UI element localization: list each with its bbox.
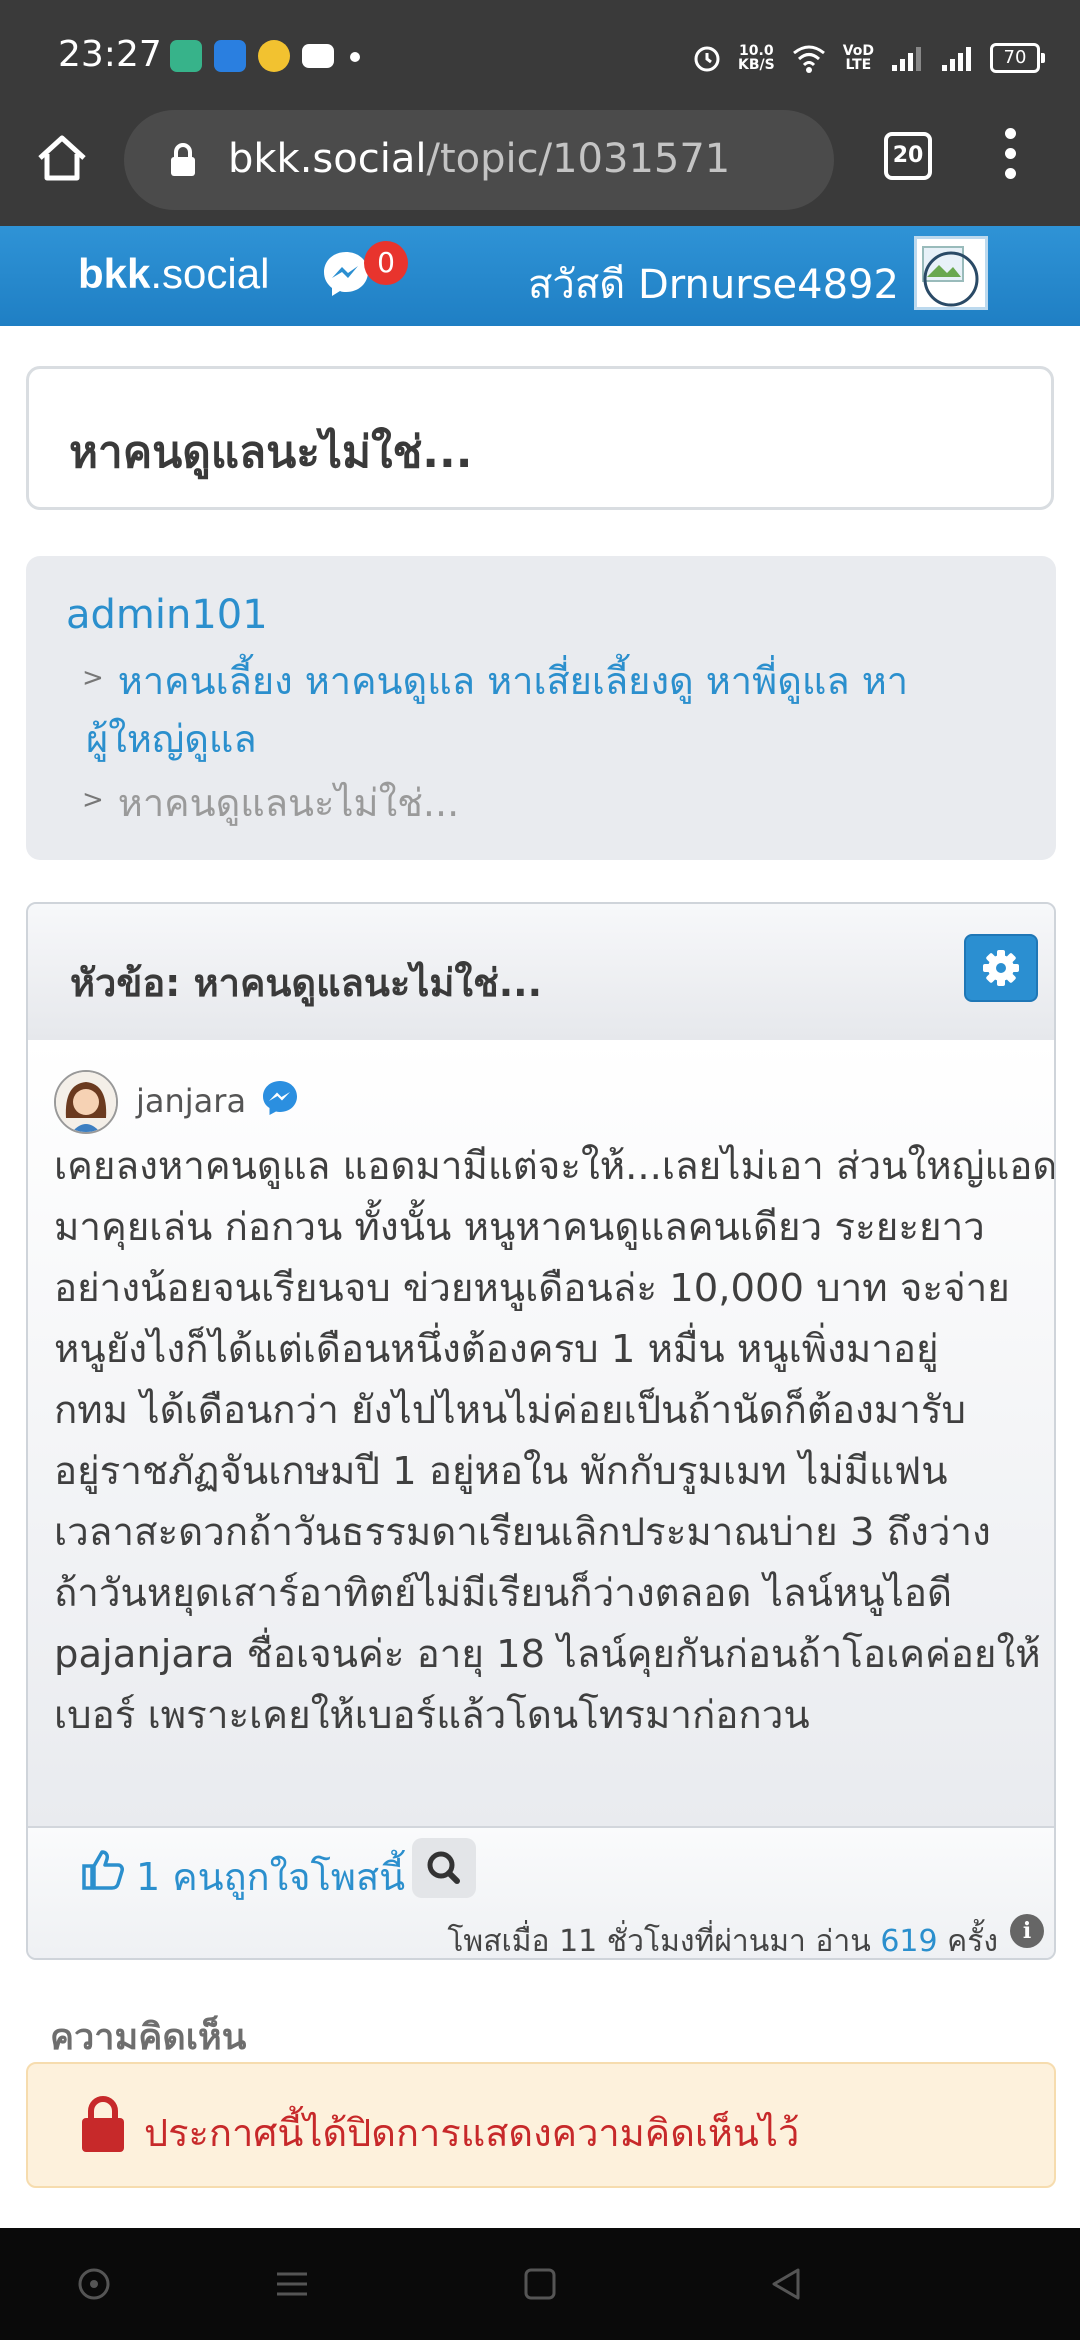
author-avatar[interactable] [54,1070,118,1134]
system-navigation-bar [0,2228,1080,2340]
post-heading: หัวข้อ: หาคนดูแลนะไม่ใช่... [70,961,543,1005]
app-notification-icon [214,40,246,72]
status-bar: 23:27 10.0 KB/S VoD LTE 70 [0,0,1080,110]
post-panel: หัวข้อ: หาคนดูแลนะไม่ใช่... janjara เคยล… [26,902,1056,1960]
post-footer: 1 คนถูกใจโพสนี้ โพสเมื่อ 11 ชั่วโมงที่ผ่… [28,1826,1054,1959]
thumbs-up-icon[interactable] [80,1846,126,1892]
site-logo[interactable]: bkk.social [78,250,269,298]
post-header: หัวข้อ: หาคนดูแลนะไม่ใช่... [28,904,1054,1042]
page-title: หาคนดูแลนะไม่ใช่... [69,427,473,478]
author-name[interactable]: janjara [136,1082,246,1120]
post-line: ถ้าวันหยุดเสาร์อาทิตย์ไม่มีเรียนก็ว่างตล… [54,1571,953,1616]
breadcrumb: admin101 > หาคนเลี้ยง หาคนดูแล หาเสี่ยเลี… [26,556,1056,860]
signal-icon [892,47,921,71]
recent-apps-icon[interactable] [274,2266,310,2302]
battery-indicator: 70 [990,43,1045,73]
home-icon[interactable] [34,130,90,186]
gear-icon [983,950,1019,986]
avatar[interactable] [914,236,988,310]
post-line: อยู่ราชภัฏจันเกษมปี 1 อยู่หอใน พักกับรูม… [54,1449,948,1494]
lock-icon [82,2096,124,2152]
lock-icon [171,143,195,176]
volte-indicator: VoD LTE [842,43,874,73]
post-line: เบอร์ เพราะเคยให้เบอร์แล้วโดนโทรมาก่อกวน [54,1693,810,1738]
user-greeting[interactable]: สวัสดี Drnurse4892 [528,252,899,316]
post-line: เวลาสะดวกถ้าวันธรรมดาเรียนเลิกประมาณบ่าย… [54,1510,991,1555]
home-button-icon[interactable] [522,2266,558,2302]
info-icon[interactable]: i [1010,1914,1044,1948]
breadcrumb-category-link[interactable]: > หาคนเลี้ยง หาคนดูแล หาเสี่ยเลี้ยงดู หาพ… [82,648,908,712]
likes-count-link[interactable]: 1 คนถูกใจโพสนี้ [136,1846,405,1907]
status-icons: 10.0 KB/S VoD LTE 70 [692,38,1045,78]
bank-notification-icon [258,40,290,72]
browser-toolbar: bkk.social/topic/1031571 20 [0,110,1080,226]
app-notification-icon [170,40,202,72]
breadcrumb-current: > หาคนดูแลนะไม่ใช่... [82,781,460,825]
comments-closed-text: ประกาศนี้ได้ปิดการแสดงความคิดเห็นไว้ [144,2111,800,2155]
site-header: bkk.social 0 สวัสดี Drnurse4892 [0,226,1080,326]
back-button-icon[interactable] [768,2266,804,2302]
address-bar[interactable]: bkk.social/topic/1031571 [124,110,834,210]
post-meta: โพสเมื่อ 11 ชั่วโมงที่ผ่านมา อ่าน 619 คร… [447,1924,998,1959]
clock: 23:27 [58,34,162,75]
assistant-button-icon[interactable] [76,2266,112,2302]
post-line: pajanjara ชื่อเจนค่ะ อายุ 18 ไลน์คุยกันก… [54,1632,1041,1677]
url-text: bkk.social/topic/1031571 [228,136,731,182]
comments-heading: ความคิดเห็น [50,2017,247,2058]
chevron-right-icon: > [82,663,104,693]
topic-title-box: หาคนดูแลนะไม่ใช่... [26,366,1054,510]
broken-image-icon [922,246,979,307]
user-avatar-icon [56,1072,116,1132]
search-icon [427,1851,460,1884]
wifi-icon [792,45,825,73]
post-line: กทม ได้เดือนกว่า ยังไปไหนไม่ค่อยเป็นถ้าน… [54,1388,966,1433]
post-content: เคยลงหาคนดูแล แอดมามีแต่จะให้...เลยไม่เอ… [54,1136,1056,1746]
signal-icon [942,47,971,71]
alarm-icon [694,46,720,72]
search-button[interactable] [412,1838,476,1898]
more-notifications-dot [350,52,360,62]
post-line: หนูยังไงก็ได้แต่เดือนหนึ่งต้องครบ 1 หมื่… [54,1327,939,1372]
tab-switcher-button[interactable]: 20 [884,132,932,180]
breadcrumb-category-link-continued[interactable]: ผู้ใหญ่ดูแล [86,709,257,770]
post-line: มาคุยเล่น ก่อกวน ทั้งนั้น หนูหาคนดูแลคนเ… [54,1205,985,1250]
settings-button[interactable] [964,934,1038,1002]
browser-menu-icon[interactable] [1000,128,1020,188]
messenger-icon[interactable] [260,1078,300,1118]
message-count-badge: 0 [364,241,408,285]
breadcrumb-user-link[interactable]: admin101 [66,592,268,638]
post-line: อย่างน้อยจนเรียนจบ ข่วยหนูเดือนล่ะ 10,00… [54,1266,1010,1311]
youtube-notification-icon [302,44,334,68]
comments-closed-alert: ประกาศนี้ได้ปิดการแสดงความคิดเห็นไว้ [26,2062,1056,2188]
post-body: janjara เคยลงหาคนดูแล แอดมามีแต่จะให้...… [28,1040,1054,1826]
post-line: เคยลงหาคนดูแล แอดมามีแต่จะให้...เลยไม่เอ… [54,1144,1056,1189]
network-speed: 10.0 KB/S [737,43,775,73]
chevron-right-icon: > [82,785,104,815]
